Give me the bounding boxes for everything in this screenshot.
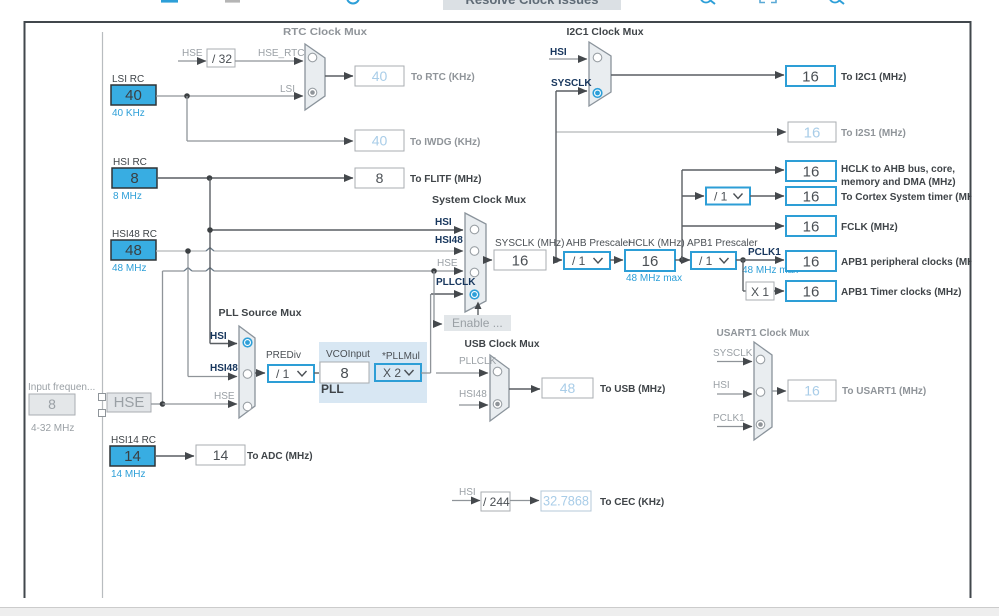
svg-text:*PLLMul: *PLLMul	[382, 351, 420, 362]
svg-text:16: 16	[803, 253, 820, 270]
svg-text:PLLCLK: PLLCLK	[436, 277, 476, 288]
svg-text:I2C1 Clock Mux: I2C1 Clock Mux	[567, 27, 644, 38]
svg-text:16: 16	[804, 124, 821, 141]
svg-text:32.7868: 32.7868	[543, 493, 589, 509]
svg-text:PCLK1: PCLK1	[748, 247, 781, 258]
svg-text:HSI: HSI	[550, 47, 567, 58]
svg-text:/ 244: / 244	[483, 495, 510, 509]
svg-text:PREDiv: PREDiv	[266, 350, 301, 361]
svg-text:Enable ...: Enable ...	[452, 316, 503, 330]
svg-text:SYSCLK: SYSCLK	[713, 348, 753, 359]
svg-text:/ 1: / 1	[572, 254, 586, 268]
svg-text:USB Clock Mux: USB Clock Mux	[465, 339, 540, 350]
svg-text:8: 8	[48, 396, 56, 412]
svg-text:To RTC (KHz): To RTC (KHz)	[411, 72, 475, 83]
svg-text:HSI: HSI	[713, 380, 730, 391]
svg-text:Input frequen...: Input frequen...	[28, 382, 95, 393]
svg-text:PCLK1: PCLK1	[713, 413, 745, 424]
svg-text:X 1: X 1	[751, 285, 769, 299]
svg-text:HSI: HSI	[435, 217, 452, 228]
svg-text:48 MHz max: 48 MHz max	[626, 273, 682, 284]
svg-text:HCLK (MHz): HCLK (MHz)	[628, 238, 685, 249]
svg-text:8 MHz: 8 MHz	[113, 191, 142, 202]
svg-text:14: 14	[213, 447, 229, 463]
svg-text:40 KHz: 40 KHz	[112, 108, 145, 119]
svg-text:To USART1 (MHz): To USART1 (MHz)	[842, 386, 926, 397]
svg-text:SYSCLK (MHz): SYSCLK (MHz)	[495, 238, 564, 249]
svg-text:PLL: PLL	[321, 382, 344, 396]
svg-text:16: 16	[803, 163, 820, 180]
svg-text:RTC Clock Mux: RTC Clock Mux	[283, 27, 367, 38]
svg-text:SYSCLK: SYSCLK	[551, 78, 592, 89]
svg-text:4-32 MHz: 4-32 MHz	[31, 423, 74, 434]
svg-text:16: 16	[803, 283, 820, 300]
svg-text:16: 16	[803, 188, 820, 205]
svg-text:HSE: HSE	[182, 48, 203, 59]
svg-text:40: 40	[372, 68, 388, 84]
svg-text:AHB Prescaler: AHB Prescaler	[566, 238, 632, 249]
svg-text:HSI48: HSI48	[435, 235, 463, 246]
svg-text:16: 16	[804, 383, 820, 399]
svg-text:HSI48: HSI48	[210, 363, 238, 374]
svg-text:14: 14	[124, 448, 141, 465]
svg-text:16: 16	[803, 218, 820, 235]
svg-text:40: 40	[125, 87, 142, 104]
svg-text:48 MHz: 48 MHz	[112, 263, 146, 274]
svg-text:PLLCLK: PLLCLK	[459, 356, 497, 367]
svg-text:HSI RC: HSI RC	[113, 157, 147, 168]
svg-text:LSI: LSI	[280, 84, 295, 95]
svg-text:To I2S1 (MHz): To I2S1 (MHz)	[841, 128, 906, 139]
svg-text:8: 8	[340, 365, 348, 382]
svg-text:FCLK (MHz): FCLK (MHz)	[841, 222, 898, 233]
svg-text:8: 8	[130, 170, 138, 187]
svg-text:16: 16	[802, 68, 819, 85]
svg-text:HSI: HSI	[459, 487, 476, 498]
svg-text:/ 1: / 1	[714, 189, 728, 203]
svg-text:16: 16	[512, 252, 529, 269]
svg-text:HCLK to AHB bus, core,: HCLK to AHB bus, core,	[841, 164, 955, 175]
svg-text:40: 40	[372, 133, 388, 149]
svg-text:USART1 Clock Mux: USART1 Clock Mux	[717, 328, 810, 339]
svg-text:To CEC (KHz): To CEC (KHz)	[600, 497, 664, 508]
svg-text:48: 48	[560, 380, 576, 396]
svg-text:VCOInput: VCOInput	[326, 349, 370, 360]
svg-text:To IWDG (KHz): To IWDG (KHz)	[410, 137, 480, 148]
svg-text:PLL Source Mux: PLL Source Mux	[219, 308, 302, 319]
svg-text:14 MHz: 14 MHz	[111, 469, 145, 480]
svg-text:16: 16	[642, 253, 659, 270]
svg-text:System Clock Mux: System Clock Mux	[432, 195, 526, 206]
svg-text:/ 1: / 1	[699, 254, 713, 268]
svg-text:To USB (MHz): To USB (MHz)	[600, 384, 665, 395]
svg-text:To ADC (MHz): To ADC (MHz)	[247, 451, 313, 462]
svg-text:Resolve Clock Issues: Resolve Clock Issues	[466, 0, 599, 7]
svg-text:To I2C1 (MHz): To I2C1 (MHz)	[841, 72, 906, 83]
svg-text:APB1 peripheral clocks (MHz): APB1 peripheral clocks (MHz)	[841, 257, 983, 268]
svg-text:LSI RC: LSI RC	[112, 74, 144, 85]
svg-text:X 2: X 2	[383, 366, 401, 380]
svg-text:HSI48: HSI48	[459, 389, 487, 400]
svg-text:APB1 Timer clocks (MHz): APB1 Timer clocks (MHz)	[841, 287, 961, 298]
svg-text:/ 1: / 1	[276, 367, 290, 381]
svg-text:/ 32: / 32	[212, 52, 232, 66]
svg-text:HSE: HSE	[437, 258, 458, 269]
svg-text:HSE: HSE	[214, 391, 235, 402]
svg-text:48: 48	[125, 242, 142, 259]
svg-text:To Cortex System timer (MHz): To Cortex System timer (MHz)	[841, 192, 983, 203]
svg-text:HSI14 RC: HSI14 RC	[111, 435, 156, 446]
svg-text:memory and DMA (MHz): memory and DMA (MHz)	[841, 177, 956, 188]
svg-text:8: 8	[376, 170, 384, 186]
svg-text:HSI: HSI	[210, 331, 227, 342]
svg-text:HSE: HSE	[114, 394, 145, 411]
svg-text:To FLITF (MHz): To FLITF (MHz)	[410, 174, 481, 185]
svg-text:HSE_RTC: HSE_RTC	[258, 48, 305, 59]
svg-text:HSI48 RC: HSI48 RC	[112, 229, 157, 240]
